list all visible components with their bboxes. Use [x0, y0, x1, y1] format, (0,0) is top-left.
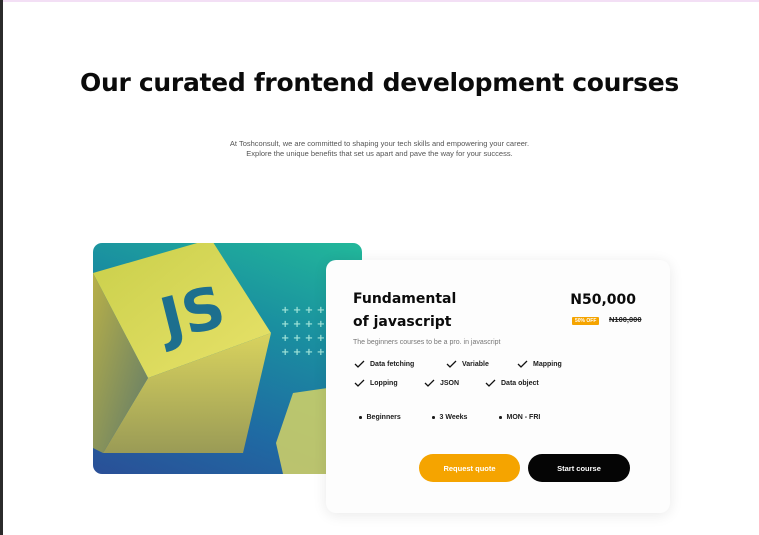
check-icon [517, 360, 528, 368]
svg-text:+ + + +: + + + + [281, 305, 325, 316]
feature-label: Variable [462, 360, 489, 368]
check-icon [446, 360, 457, 368]
plus-pattern: + + + + + + + + + + + + + + + + [281, 305, 325, 358]
course-title-line-1: Fundamental [353, 291, 457, 307]
feature-item: Mapping [517, 360, 562, 368]
course-title: Fundamental of javascript [353, 288, 503, 334]
section-subtitle: At Toshconsult, we are committed to shap… [0, 139, 759, 159]
feature-label: JSON [440, 379, 460, 387]
section-title: Our curated frontend development courses [80, 68, 679, 97]
meta-label: 3 Weeks [439, 414, 468, 421]
start-course-button[interactable]: Start course [528, 454, 630, 482]
meta-label: Beginners [366, 414, 401, 421]
request-quote-button[interactable]: Request quote [419, 454, 520, 482]
bullet-icon [359, 416, 362, 419]
check-icon [485, 379, 496, 387]
check-icon [424, 379, 435, 387]
course-description: The beginners courses to be a pro. in ja… [353, 339, 501, 346]
feature-label: Mapping [533, 360, 562, 368]
feature-item: JSON [424, 379, 459, 387]
feature-item: Lopping [354, 379, 398, 387]
discount-badge: 50% OFF [572, 317, 600, 325]
svg-text:+ + + +: + + + + [281, 319, 325, 330]
check-icon [354, 379, 365, 387]
course-hero-image: + + + + + + + + + + + + + + + + JS [93, 243, 362, 474]
bullet-icon [432, 416, 435, 419]
feature-label: Data fetching [370, 360, 415, 368]
meta-duration: 3 Weeks [432, 414, 467, 421]
page: Our curated frontend development courses… [0, 0, 759, 535]
course-price: N50,000 [570, 292, 636, 308]
subtitle-line-1: At Toshconsult, we are committed to shap… [229, 139, 530, 148]
course-title-line-2: of javascript [353, 314, 452, 330]
feature-item: Data fetching [354, 360, 414, 368]
javascript-cube-illustration: + + + + + + + + + + + + + + + + JS [93, 243, 362, 474]
feature-item: Variable [446, 360, 489, 368]
subtitle-line-2: Explore the unique benefits that set us … [246, 149, 513, 158]
check-icon [354, 360, 365, 368]
course-card: Fundamental of javascript N50,000 50% OF… [326, 260, 670, 513]
meta-schedule: MON - FRI [499, 414, 540, 421]
meta-level: Beginners [359, 414, 401, 421]
bullet-icon [499, 416, 502, 419]
meta-label: MON - FRI [506, 414, 541, 421]
feature-label: Lopping [370, 379, 398, 387]
old-price: N100,000 [609, 315, 642, 324]
feature-label: Data object [501, 379, 539, 387]
svg-text:+ + + +: + + + + [281, 347, 325, 358]
feature-item: Data object [485, 379, 539, 387]
top-divider [3, 0, 759, 2]
svg-text:+ + + +: + + + + [281, 333, 325, 344]
